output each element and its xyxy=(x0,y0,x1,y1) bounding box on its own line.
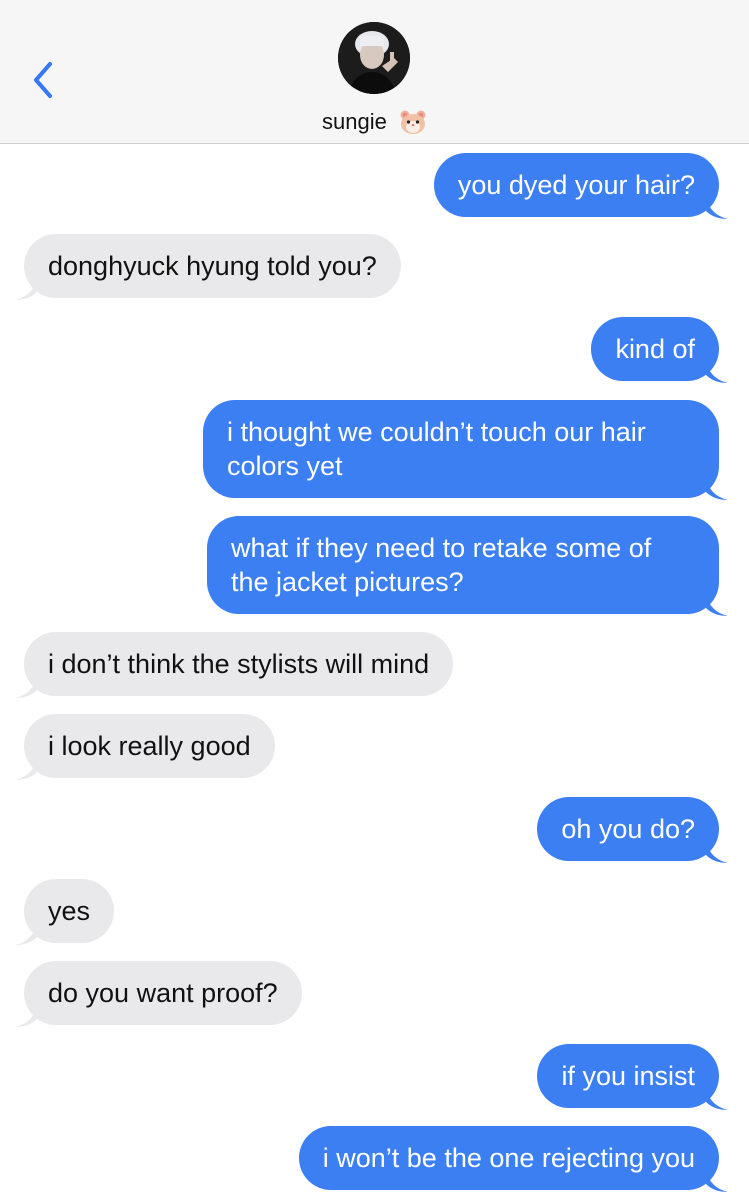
bubble-tail xyxy=(15,676,37,698)
contact-title[interactable]: sungie xyxy=(0,106,749,137)
message-bubble-outgoing[interactable]: i thought we couldn’t touch our hair col… xyxy=(203,400,728,500)
message-bubble-outgoing[interactable]: i won’t be the one rejecting you xyxy=(298,1126,728,1192)
message-bubble-incoming[interactable]: i look really good xyxy=(15,714,275,780)
bubble-tail xyxy=(15,1005,37,1027)
hamster-face-icon xyxy=(400,110,426,135)
avatar-photo xyxy=(338,22,410,94)
chevron-left-icon xyxy=(34,62,52,98)
message-bubble-outgoing[interactable]: what if they need to retake some of the … xyxy=(207,516,728,616)
message-text: donghyuck hyung told you? xyxy=(48,251,377,281)
bubble-tail xyxy=(706,478,728,500)
back-button[interactable] xyxy=(24,56,64,104)
message-text: do you want proof? xyxy=(48,978,278,1008)
message-thread[interactable]: you dyed your hair? donghyuck hyung told… xyxy=(0,145,749,1200)
bubble-tail xyxy=(706,361,728,383)
message-bubble-outgoing[interactable]: kind of xyxy=(591,317,728,383)
message-bubble-incoming[interactable]: yes xyxy=(15,879,115,945)
message-bubble-outgoing[interactable]: if you insist xyxy=(537,1044,728,1110)
bubble-tail xyxy=(15,758,37,780)
message-text: yes xyxy=(48,896,91,926)
messages-screen: sungie you dyed your hair? donghyuck hyu… xyxy=(0,0,749,1200)
message-text: i look really good xyxy=(48,731,251,761)
message-bubble-incoming[interactable]: i don’t think the stylists will mind xyxy=(15,632,454,698)
message-bubble-outgoing[interactable]: you dyed your hair? xyxy=(433,153,728,219)
bubble-tail xyxy=(706,1088,728,1110)
bubble-tail xyxy=(15,923,37,945)
message-text: what if they need to retake some of the … xyxy=(231,533,652,597)
bubble-tail xyxy=(706,841,728,863)
message-text: you dyed your hair? xyxy=(457,170,695,200)
message-text: i thought we couldn’t touch our hair col… xyxy=(227,417,646,481)
message-text: oh you do? xyxy=(561,814,695,844)
bubble-tail xyxy=(706,594,728,616)
message-text: i won’t be the one rejecting you xyxy=(322,1143,695,1173)
message-bubble-outgoing[interactable]: oh you do? xyxy=(537,797,728,863)
message-text: if you insist xyxy=(561,1061,695,1091)
message-bubble-incoming[interactable]: do you want proof? xyxy=(15,961,302,1027)
bubble-tail xyxy=(706,197,728,219)
message-text: i don’t think the stylists will mind xyxy=(48,649,430,679)
contact-avatar[interactable] xyxy=(338,22,410,94)
contact-name: sungie xyxy=(322,109,387,135)
bubble-tail xyxy=(706,1170,728,1192)
bubble-tail xyxy=(15,278,37,300)
conversation-header: sungie xyxy=(0,0,749,144)
message-bubble-incoming[interactable]: donghyuck hyung told you? xyxy=(15,234,401,300)
message-text: kind of xyxy=(615,334,695,364)
